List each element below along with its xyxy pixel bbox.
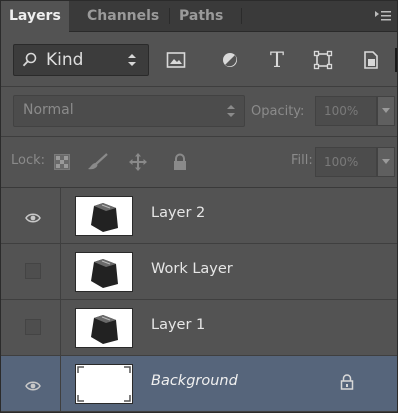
layer-thumbnail: [75, 364, 133, 404]
fill-dropdown-button[interactable]: [377, 147, 395, 177]
tab-channels[interactable]: Channels: [79, 1, 167, 31]
layer-filter-row: Kind T: [1, 35, 397, 85]
fill-label: Fill:: [291, 153, 313, 168]
updown-icon: [126, 52, 138, 72]
lock-transparent-pixels-icon[interactable]: [51, 151, 73, 173]
visibility-toggle[interactable]: [1, 356, 61, 411]
lock-row: Lock: Fill: 100%: [1, 137, 397, 187]
opacity-input[interactable]: 100%: [315, 96, 377, 126]
layer-lock-icon: [340, 374, 354, 394]
layer-row[interactable]: Layer 1: [1, 300, 397, 356]
type-filter-icon[interactable]: T: [264, 48, 290, 72]
tab-divider: [241, 8, 242, 24]
lock-image-pixels-icon[interactable]: [87, 151, 109, 173]
eye-icon: [25, 209, 41, 228]
layers-panel: Layers Channels Paths Kind T Normal Opac…: [0, 0, 398, 413]
filter-kind-label: Kind: [46, 50, 84, 70]
updown-icon: [226, 103, 236, 123]
layer-row-selected[interactable]: Background: [1, 356, 397, 412]
opacity-dropdown-button[interactable]: [377, 96, 395, 126]
search-icon: [22, 52, 38, 72]
layer-name: Layer 1: [151, 317, 206, 333]
layer-row[interactable]: Work Layer: [1, 244, 397, 300]
eye-icon: [25, 377, 41, 396]
visibility-toggle[interactable]: [1, 300, 61, 355]
layer-thumbnail: [75, 308, 133, 348]
blend-row: Normal Opacity: 100%: [1, 87, 397, 135]
blend-mode-select[interactable]: Normal: [13, 95, 245, 127]
layer-name: Work Layer: [151, 261, 233, 277]
smart-object-filter-icon[interactable]: [358, 48, 384, 72]
filter-kind-select[interactable]: Kind: [13, 44, 149, 76]
chevron-down-icon: [382, 108, 390, 113]
panel-tab-bar: Layers Channels Paths: [1, 1, 397, 32]
visibility-toggle[interactable]: [1, 244, 61, 299]
filter-toggle-switch[interactable]: [395, 48, 397, 72]
layer-thumbnail: [75, 196, 133, 236]
blend-mode-value: Normal: [23, 102, 74, 118]
visibility-toggle[interactable]: [1, 188, 61, 243]
fill-input[interactable]: 100%: [315, 147, 377, 177]
shape-filter-icon[interactable]: [310, 48, 336, 72]
opacity-label: Opacity:: [251, 104, 305, 119]
tab-divider: [169, 8, 170, 24]
briefcase-icon: [91, 315, 118, 344]
layer-row[interactable]: Layer 2: [1, 188, 397, 244]
hidden-visibility-box: [25, 319, 41, 335]
hidden-visibility-box: [25, 263, 41, 279]
tab-layers[interactable]: Layers: [1, 1, 69, 32]
chevron-down-icon: [382, 159, 390, 164]
thumbnail-frame-icon: [77, 366, 131, 402]
layer-thumbnail: [75, 252, 133, 292]
layer-name: Layer 2: [151, 205, 206, 221]
lock-label: Lock:: [11, 153, 46, 168]
lock-all-icon[interactable]: [169, 151, 191, 173]
lock-position-icon[interactable]: [127, 151, 149, 173]
briefcase-icon: [91, 259, 118, 288]
briefcase-icon: [91, 203, 118, 232]
adjustment-filter-icon[interactable]: [217, 48, 243, 72]
layer-name: Background: [151, 373, 238, 389]
panel-menu-icon[interactable]: [375, 10, 391, 22]
image-filter-icon[interactable]: [163, 48, 189, 72]
tab-paths[interactable]: Paths: [171, 1, 231, 31]
